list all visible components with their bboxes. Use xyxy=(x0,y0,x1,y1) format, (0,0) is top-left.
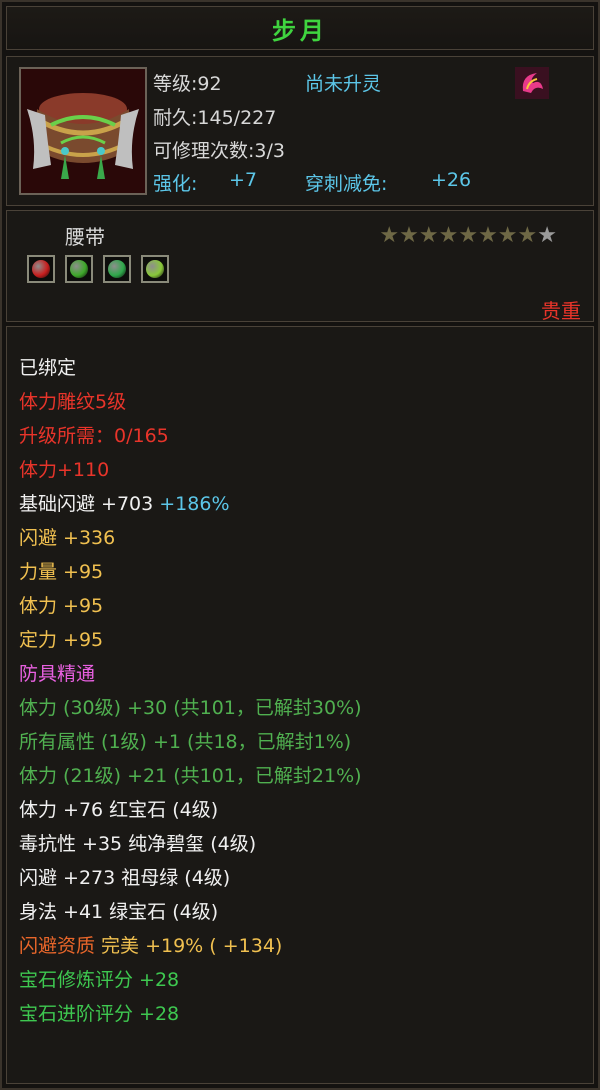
attribute-list: 已绑定体力雕纹5级升级所需：0/165 体力+110 基础闪避 +703 +186%… xyxy=(6,326,594,1084)
emerald-gem-icon xyxy=(146,260,164,278)
star-empty-icon: ★ xyxy=(537,223,557,248)
spirit-rune-icon xyxy=(515,67,549,99)
enhance-label: 强化: xyxy=(153,173,198,195)
attribute-text: 身法 +41 绿宝石 (4级) xyxy=(19,901,219,923)
repairs-text: 可修理次数:3/3 xyxy=(153,140,285,162)
attribute-line: 体力 +76 红宝石 (4级) xyxy=(19,795,218,822)
attribute-text: 防具精通 xyxy=(19,663,96,685)
attribute-text: 已绑定 xyxy=(19,357,77,379)
attribute-line: 基础闪避 +703 +186% xyxy=(19,489,230,516)
gem-slot[interactable] xyxy=(141,255,169,283)
attribute-line: 闪避资质 完美 +19% ( +134) xyxy=(19,931,282,958)
durability-text: 耐久:145/227 xyxy=(153,107,277,129)
level-text: 等级:92 xyxy=(153,73,222,95)
attribute-line: 体力雕纹5级 xyxy=(19,387,126,414)
attribute-text: 毒抗性 +35 纯净碧玺 (4级) xyxy=(19,833,257,855)
pierce-label: 穿刺减免: xyxy=(305,173,388,195)
attribute-text: 体力 (21级) +21 (共101，已解封21%) xyxy=(19,765,362,787)
item-title: 步月 xyxy=(272,16,328,45)
star-filled-icon: ★ xyxy=(418,223,439,248)
item-header: 步月 xyxy=(6,6,594,50)
attribute-text: 闪避资质 xyxy=(19,935,102,957)
attribute-line: 已绑定 xyxy=(19,353,76,380)
attribute-line: 定力 +95 xyxy=(19,625,103,652)
attribute-text: 定力 +95 xyxy=(19,629,104,651)
attribute-line: 升级所需：0/165 xyxy=(19,421,169,448)
green-gem-icon xyxy=(70,260,88,278)
enhance-value: +7 xyxy=(229,169,258,191)
attribute-text: 升级所需：0/165 xyxy=(19,425,169,447)
star-rating: ★ ★ ★ ★ ★ ★ ★ ★ ★ xyxy=(379,225,557,247)
attribute-text: +186% xyxy=(159,493,230,515)
attribute-text: 闪避 +336 xyxy=(19,527,116,549)
attribute-text: 闪避 +273 祖母绿 (4级) xyxy=(19,867,231,889)
attribute-text: 体力 +76 红宝石 (4级) xyxy=(19,799,219,821)
attribute-line: 毒抗性 +35 纯净碧玺 (4级) xyxy=(19,829,256,856)
attribute-text: 体力雕纹5级 xyxy=(19,391,127,413)
star-filled-icon: ★ xyxy=(497,223,518,248)
gem-slot[interactable] xyxy=(27,255,55,283)
attribute-text: 基础闪避 +703 xyxy=(19,493,160,515)
star-filled-icon: ★ xyxy=(458,223,479,248)
attribute-text: 宝石修炼评分 +28 xyxy=(19,969,180,991)
gem-slot[interactable] xyxy=(103,255,131,283)
attribute-text: 体力+110 xyxy=(19,459,110,481)
attribute-line: 所有属性 (1级) +1 (共18，已解封1%) xyxy=(19,727,351,754)
gem-slot[interactable] xyxy=(65,255,93,283)
green-gem-icon xyxy=(108,260,126,278)
star-filled-icon: ★ xyxy=(478,223,498,248)
attribute-text: 力量 +95 xyxy=(19,561,104,583)
attribute-line: 体力+110 xyxy=(19,455,109,482)
star-filled-icon: ★ xyxy=(399,223,419,248)
item-type: 腰带 xyxy=(65,225,105,249)
item-type-panel: 腰带 ★ ★ ★ ★ ★ ★ ★ ★ ★ 贵重 xyxy=(6,210,594,323)
attribute-text: 完美 +19% ( +134) xyxy=(101,935,283,957)
attribute-text: 体力 +95 xyxy=(19,595,104,617)
attribute-text: 所有属性 (1级) +1 (共18，已解封1%) xyxy=(19,731,352,753)
attribute-line: 宝石修炼评分 +28 xyxy=(19,965,179,992)
attribute-line: 体力 +95 xyxy=(19,591,103,618)
item-summary: 等级:92 尚未升灵 耐久:145/227 可修理次数:3/3 强化: +7 穿… xyxy=(6,56,594,206)
red-gem-icon xyxy=(32,260,50,278)
rarity-label: 贵重 xyxy=(541,299,581,323)
attribute-line: 体力 (21级) +21 (共101，已解封21%) xyxy=(19,761,362,788)
attribute-line: 闪避 +273 祖母绿 (4级) xyxy=(19,863,230,890)
attribute-line: 体力 (30级) +30 (共101，已解封30%) xyxy=(19,693,362,720)
star-filled-icon: ★ xyxy=(379,223,400,248)
star-filled-icon: ★ xyxy=(438,223,459,248)
attribute-text: 体力 (30级) +30 (共101，已解封30%) xyxy=(19,697,362,719)
belt-item-icon[interactable] xyxy=(19,67,147,195)
attribute-line: 闪避 +336 xyxy=(19,523,115,550)
attribute-line: 宝石进阶评分 +28 xyxy=(19,999,179,1026)
attribute-line: 力量 +95 xyxy=(19,557,103,584)
attribute-line: 防具精通 xyxy=(19,659,95,686)
belt-icon xyxy=(21,69,145,193)
attribute-text: 宝石进阶评分 +28 xyxy=(19,1003,180,1025)
spirit-status: 尚未升灵 xyxy=(305,73,382,95)
attribute-line: 身法 +41 绿宝石 (4级) xyxy=(19,897,218,924)
pierce-value: +26 xyxy=(431,169,472,191)
star-filled-icon: ★ xyxy=(517,223,538,248)
